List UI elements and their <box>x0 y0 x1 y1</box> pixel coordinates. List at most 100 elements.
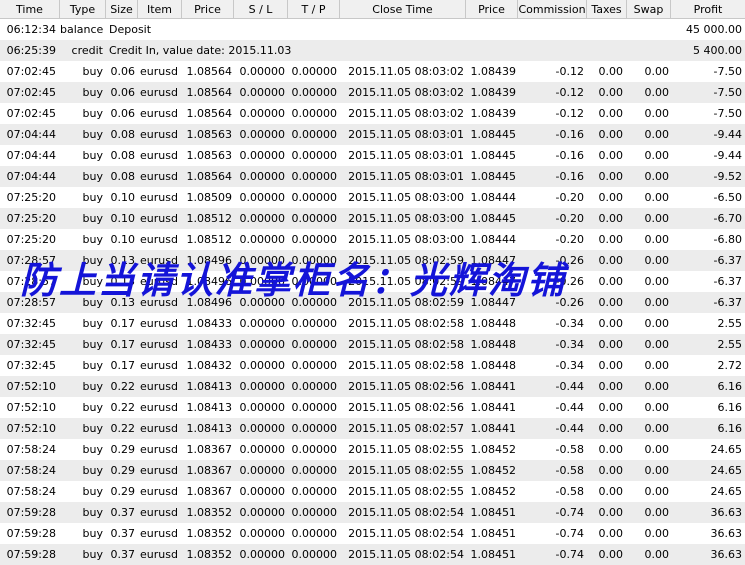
cell-item: eurusd <box>140 338 178 351</box>
column-header-taxes[interactable]: Taxes <box>587 0 627 19</box>
cell-close-time: 2015.11.05 08:03:00 <box>348 233 464 246</box>
cell-tp: 0.00000 <box>291 422 338 435</box>
cell-commission: -0.74 <box>555 506 584 519</box>
cell-size: 0.13 <box>110 296 136 309</box>
cell-taxes: 0.00 <box>598 86 624 99</box>
cell-type: credit <box>71 44 103 57</box>
table-row[interactable]: 07:32:45 buy 0.17 eurusd 1.08433 0.00000 0.000… <box>0 313 745 334</box>
table-row[interactable]: 07:32:45 buy 0.17 eurusd 1.08432 0.00000 0.000… <box>0 355 745 376</box>
table-row[interactable]: 07:59:28 buy 0.37 eurusd 1.08352 0.00000 0.000… <box>0 502 745 523</box>
table-row[interactable]: 07:52:10 buy 0.22 eurusd 1.08413 0.00000 0.000… <box>0 376 745 397</box>
cell-taxes: 0.00 <box>598 506 624 519</box>
cell-swap: 0.00 <box>644 296 670 309</box>
cell-price: 1.08496 <box>186 275 233 288</box>
cell-size: 0.22 <box>110 422 136 435</box>
cell-tp: 0.00000 <box>291 128 338 141</box>
cell-tp: 0.00000 <box>291 191 338 204</box>
table-row[interactable]: 07:32:45 buy 0.17 eurusd 1.08433 0.00000 0.000… <box>0 334 745 355</box>
cell-swap: 0.00 <box>644 191 670 204</box>
column-header-close-price[interactable]: Price <box>466 0 518 19</box>
table-row[interactable]: 07:25:20 buy 0.10 eurusd 1.08512 0.00000 0.000… <box>0 229 745 250</box>
cell-item: eurusd <box>140 233 178 246</box>
table-row[interactable]: 07:04:44 buy 0.08 eurusd 1.08563 0.00000 0.000… <box>0 145 745 166</box>
cell-close-time: 2015.11.05 08:02:56 <box>348 380 464 393</box>
column-header-type[interactable]: Type <box>60 0 106 19</box>
table-row[interactable]: 07:58:24 buy 0.29 eurusd 1.08367 0.00000 0.000… <box>0 481 745 502</box>
table-row[interactable]: 07:04:44 buy 0.08 eurusd 1.08563 0.00000 0.000… <box>0 124 745 145</box>
cell-close-time: 2015.11.05 08:03:00 <box>348 191 464 204</box>
cell-commission: -0.16 <box>555 149 584 162</box>
cell-taxes: 0.00 <box>598 254 624 267</box>
column-header-price[interactable]: Price <box>182 0 234 19</box>
column-header-time[interactable]: Time <box>0 0 60 19</box>
cell-time: 07:02:45 <box>6 65 56 78</box>
cell-close-price: 1.08441 <box>470 422 517 435</box>
cell-price: 1.08564 <box>186 107 233 120</box>
cell-size: 0.17 <box>110 359 136 372</box>
table-row[interactable]: 07:25:20 buy 0.10 eurusd 1.08512 0.00000 0.000… <box>0 208 745 229</box>
cell-time: 07:58:24 <box>6 485 56 498</box>
cell-time: 07:59:28 <box>6 506 56 519</box>
table-row[interactable]: 06:25:39 credit 5 400.00 Credit In, value d… <box>0 40 745 61</box>
column-header-profit[interactable]: Profit <box>671 0 745 19</box>
cell-type: buy <box>82 128 103 141</box>
cell-type: buy <box>82 485 103 498</box>
cell-type: buy <box>82 464 103 477</box>
table-row[interactable]: 07:02:45 buy 0.06 eurusd 1.08564 0.00000 0.000… <box>0 61 745 82</box>
cell-item: eurusd <box>140 359 178 372</box>
column-header-item[interactable]: Item <box>138 0 182 19</box>
cell-item: eurusd <box>140 422 178 435</box>
table-row[interactable]: 07:04:44 buy 0.08 eurusd 1.08564 0.00000 0.000… <box>0 166 745 187</box>
cell-price: 1.08564 <box>186 65 233 78</box>
cell-close-price: 1.08439 <box>470 107 517 120</box>
cell-taxes: 0.00 <box>598 296 624 309</box>
table-row[interactable]: 07:59:28 buy 0.37 eurusd 1.08352 0.00000 0.000… <box>0 544 745 565</box>
cell-time: 07:25:20 <box>6 233 56 246</box>
cell-close-time: 2015.11.05 08:03:00 <box>348 212 464 225</box>
cell-sl: 0.00000 <box>239 107 286 120</box>
table-row[interactable]: 07:28:57 buy 0.13 eurusd 1.08496 0.00000 0.000… <box>0 292 745 313</box>
table-row[interactable]: 07:28:57 buy 0.13 eurusd 1.08496 0.00000 0.000… <box>0 271 745 292</box>
cell-time: 06:25:39 <box>6 44 56 57</box>
column-header-close-time[interactable]: Close Time <box>340 0 466 19</box>
cell-close-time: 2015.11.05 08:02:56 <box>348 401 464 414</box>
table-row[interactable]: 07:59:28 buy 0.37 eurusd 1.08352 0.00000 0.000… <box>0 523 745 544</box>
cell-profit: 6.16 <box>717 380 743 393</box>
table-header: Time Type Size Item Price S / L T / P Cl… <box>0 0 745 19</box>
table-row[interactable]: 07:25:20 buy 0.10 eurusd 1.08509 0.00000 0.000… <box>0 187 745 208</box>
table-row[interactable]: 06:12:34 balance 45 000.00 Deposit <box>0 19 745 40</box>
cell-swap: 0.00 <box>644 128 670 141</box>
cell-sl: 0.00000 <box>239 191 286 204</box>
cell-taxes: 0.00 <box>598 464 624 477</box>
cell-close-price: 1.08439 <box>470 86 517 99</box>
column-header-commission[interactable]: Commission <box>518 0 587 19</box>
cell-profit: 24.65 <box>710 485 743 498</box>
cell-time: 07:58:24 <box>6 464 56 477</box>
cell-close-time: 2015.11.05 08:02:58 <box>348 317 464 330</box>
cell-commission: -0.20 <box>555 233 584 246</box>
cell-close-time: 2015.11.05 08:02:59 <box>348 254 464 267</box>
table-row[interactable]: 07:58:24 buy 0.29 eurusd 1.08367 0.00000 0.000… <box>0 460 745 481</box>
cell-sl: 0.00000 <box>239 233 286 246</box>
cell-type: buy <box>82 380 103 393</box>
column-header-sl[interactable]: S / L <box>234 0 288 19</box>
column-header-swap[interactable]: Swap <box>627 0 671 19</box>
cell-taxes: 0.00 <box>598 107 624 120</box>
column-header-tp[interactable]: T / P <box>288 0 340 19</box>
table-row[interactable]: 07:52:10 buy 0.22 eurusd 1.08413 0.00000 0.000… <box>0 418 745 439</box>
cell-price: 1.08496 <box>186 296 233 309</box>
cell-price: 1.08563 <box>186 149 233 162</box>
column-header-size[interactable]: Size <box>106 0 138 19</box>
cell-profit: -6.70 <box>713 212 742 225</box>
table-row[interactable]: 07:58:24 buy 0.29 eurusd 1.08367 0.00000 0.000… <box>0 439 745 460</box>
table-row[interactable]: 07:02:45 buy 0.06 eurusd 1.08564 0.00000 0.000… <box>0 82 745 103</box>
cell-close-time: 2015.11.05 08:03:02 <box>348 107 464 120</box>
table-row[interactable]: 07:28:57 buy 0.13 eurusd 1.08496 0.00000 0.000… <box>0 250 745 271</box>
cell-price: 1.08512 <box>186 233 233 246</box>
cell-tp: 0.00000 <box>291 464 338 477</box>
cell-size: 0.29 <box>110 464 136 477</box>
table-row[interactable]: 07:52:10 buy 0.22 eurusd 1.08413 0.00000 0.000… <box>0 397 745 418</box>
cell-price: 1.08367 <box>186 464 233 477</box>
table-row[interactable]: 07:02:45 buy 0.06 eurusd 1.08564 0.00000 0.000… <box>0 103 745 124</box>
cell-close-time: 2015.11.05 08:02:59 <box>348 275 464 288</box>
